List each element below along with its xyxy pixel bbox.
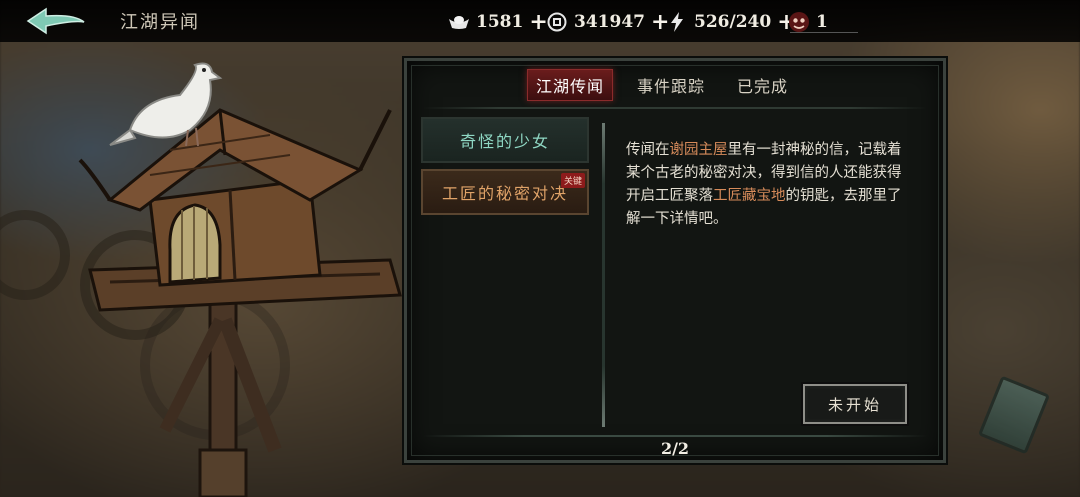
silver-value: 1581: [476, 12, 524, 32]
quest-panel: 江湖传闻 事件跟踪 已完成 奇怪的少女 工匠的秘密对决 关键 传闻在谢园主屋里有…: [404, 58, 946, 463]
bottom-divider: [423, 435, 927, 437]
tab-bar: 江湖传闻 事件跟踪 已完成: [527, 69, 796, 103]
resource-coin: 341947 +: [546, 9, 669, 35]
coin-value: 341947: [574, 12, 645, 32]
page-title: 江湖异闻: [120, 12, 200, 33]
quest-item-selected[interactable]: 工匠的秘密对决 关键: [421, 169, 589, 215]
add-silver-button[interactable]: +: [529, 11, 547, 33]
page-indicator: 2/2: [660, 439, 690, 458]
top-bar: 江湖异闻 1581 + 341947 + 526/240 + 1: [0, 0, 1080, 42]
silver-ingot-icon: [448, 11, 470, 33]
resource-underline: [790, 32, 858, 33]
pigeon-coop-illustration: [70, 50, 410, 497]
resource-stamina: 526/240 +: [666, 9, 796, 35]
quest-item[interactable]: 奇怪的少女: [421, 117, 589, 163]
quest-name: 奇怪的少女: [459, 132, 550, 151]
description-text: 传闻在: [626, 142, 670, 158]
tab-rumors[interactable]: 江湖传闻: [527, 69, 614, 101]
back-button[interactable]: [22, 6, 88, 36]
mask-value: 1: [816, 12, 828, 32]
quest-description: 传闻在谢园主屋里有一封神秘的信，记载着某个古老的秘密对决，得到信的人还能获得开启…: [626, 139, 914, 231]
resource-silver: 1581 +: [448, 9, 548, 35]
location-highlight: 工匠藏宝地: [713, 188, 786, 204]
key-quest-badge: 关键: [560, 173, 585, 188]
location-highlight: 谢园主屋: [669, 142, 728, 158]
quest-status-button[interactable]: 未开始: [803, 384, 907, 424]
tab-completed[interactable]: 已完成: [729, 69, 796, 101]
quest-list: 奇怪的少女 工匠的秘密对决 关键: [421, 117, 589, 221]
vertical-divider: [602, 123, 605, 427]
tabs-divider: [423, 107, 927, 109]
demon-mask-icon: [788, 11, 810, 33]
tab-event-tracking[interactable]: 事件跟踪: [629, 69, 713, 101]
stamina-value: 526/240: [694, 12, 772, 32]
back-arrow-icon: [26, 7, 85, 35]
lightning-stamina-icon: [666, 11, 688, 33]
quest-name: 工匠的秘密对决: [441, 184, 568, 203]
copper-coin-icon: [546, 11, 568, 33]
